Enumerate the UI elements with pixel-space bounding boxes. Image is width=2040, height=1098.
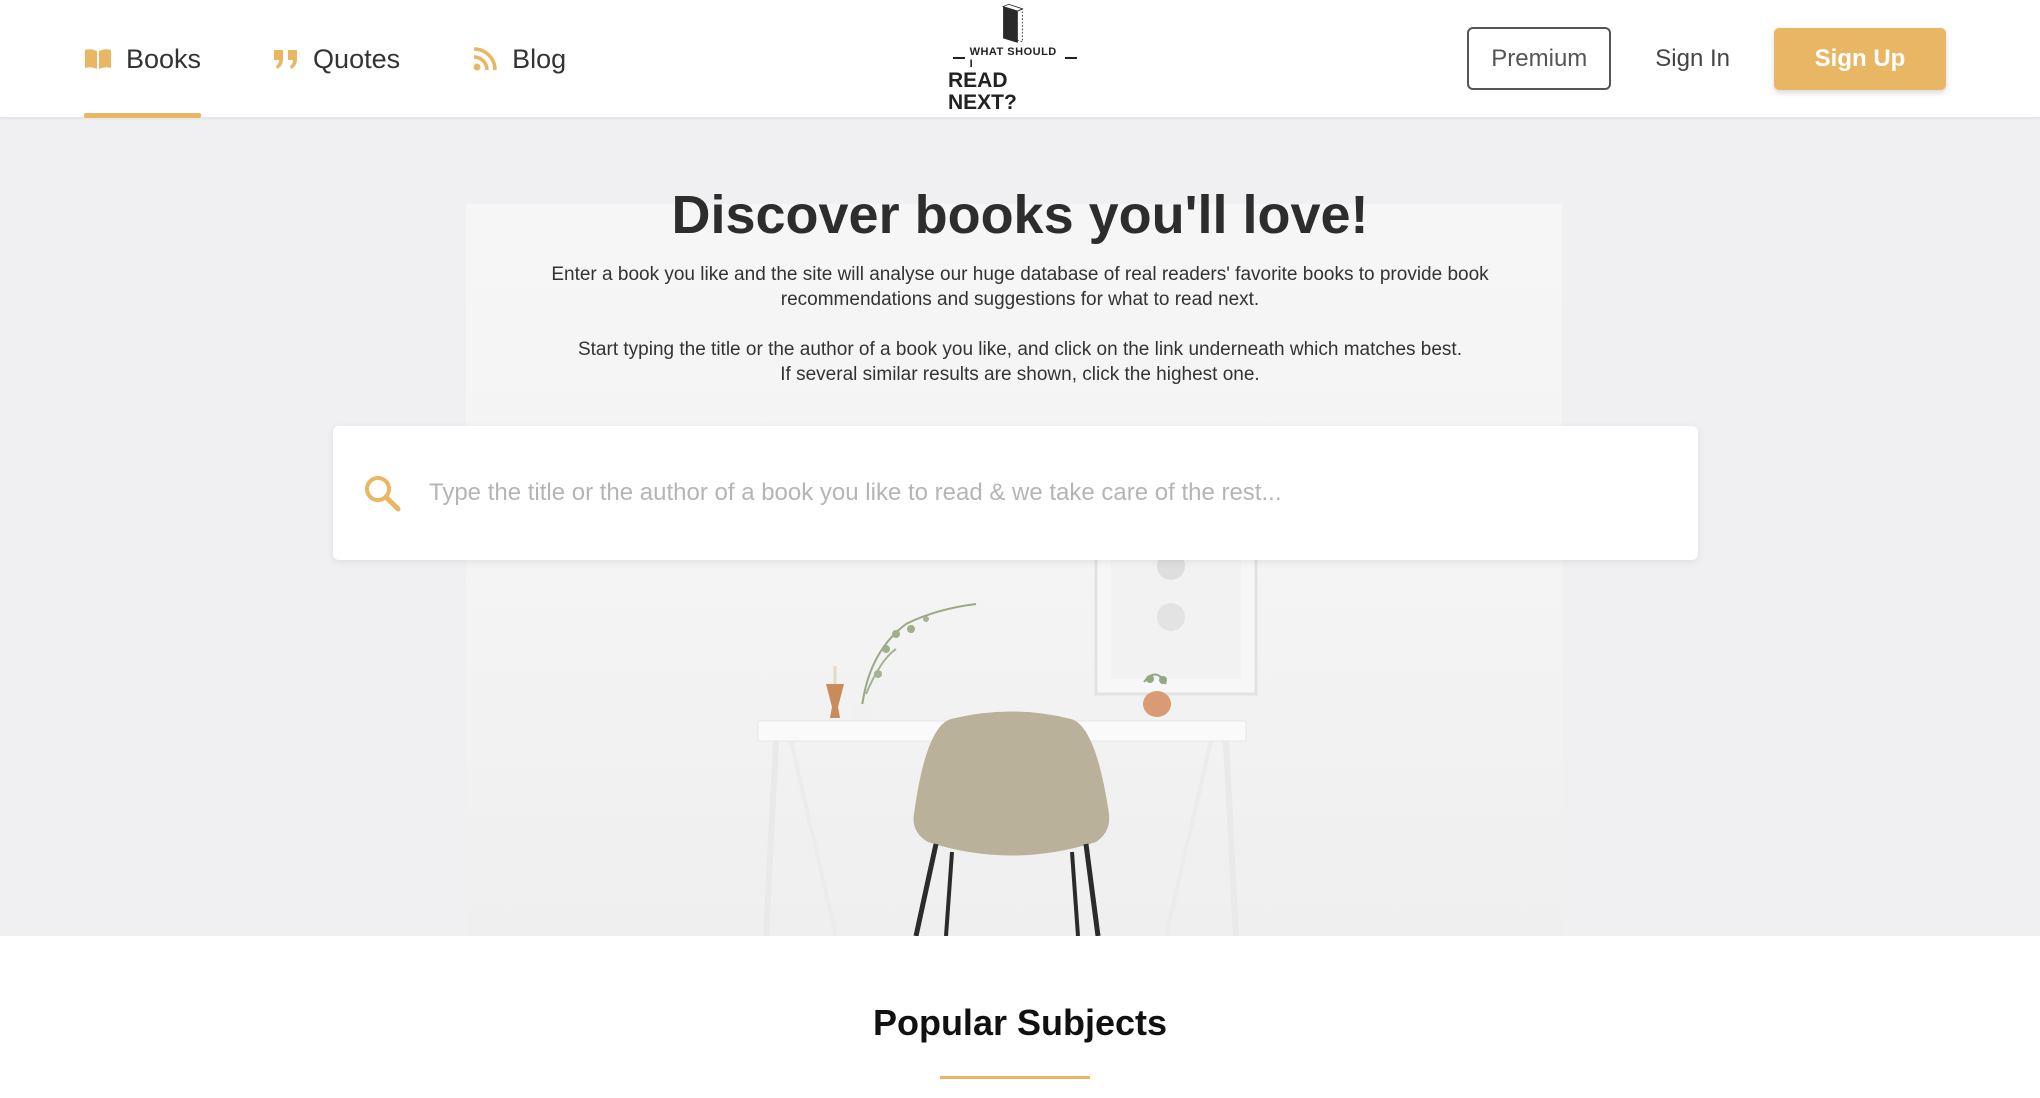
hero-section: Discover books you'll love! Enter a book… xyxy=(0,118,2040,936)
search-icon[interactable] xyxy=(363,474,401,512)
main-nav: Books Quotes Blog xyxy=(84,0,638,118)
logo-tagline: WHAT SHOULD I xyxy=(948,46,1082,70)
hero-background-photo xyxy=(466,204,1562,936)
sign-in-link[interactable]: Sign In xyxy=(1655,45,1730,73)
hero-title: Discover books you'll love! xyxy=(671,185,1369,245)
hero-intro-line-1: Enter a book you like and the site will … xyxy=(551,264,1489,285)
desk-chair-illustration xyxy=(757,502,1258,936)
popular-subjects-section: Popular Subjects xyxy=(0,936,2040,1098)
site-logo[interactable]: WHAT SHOULD I READ NEXT? xyxy=(948,2,1082,114)
premium-button[interactable]: Premium xyxy=(1467,27,1612,90)
popular-subjects-title: Popular Subjects xyxy=(872,1002,1168,1043)
hero-instructions-line-1: Start typing the title or the author of … xyxy=(577,339,1462,360)
hero-intro-line-2: recommendations and suggestions for what… xyxy=(780,289,1260,310)
nav-label-books: Books xyxy=(126,43,202,74)
open-book-icon xyxy=(84,48,112,70)
sign-up-button[interactable]: Sign Up xyxy=(1774,27,1946,90)
hero-instructions-line-2: If several similar results are shown, cl… xyxy=(780,364,1260,385)
nav-item-quotes[interactable]: Quotes xyxy=(273,0,400,118)
quote-icon xyxy=(273,48,299,70)
book-search-box xyxy=(333,426,1698,560)
book-logo-icon xyxy=(1001,3,1024,43)
header-actions: Premium Sign In Sign Up xyxy=(1467,27,1946,90)
nav-item-blog[interactable]: Blog xyxy=(472,0,566,118)
nav-item-books[interactable]: Books xyxy=(84,0,202,118)
nav-label-quotes: Quotes xyxy=(313,43,401,74)
nav-label-blog: Blog xyxy=(512,43,567,74)
book-search-input[interactable] xyxy=(429,479,1629,507)
site-header: Books Quotes Blog WHAT SHOULD I READ NEX… xyxy=(0,0,2040,118)
logo-title: READ NEXT? xyxy=(948,69,1017,114)
section-underline xyxy=(940,1076,1090,1079)
rss-icon xyxy=(472,46,498,72)
